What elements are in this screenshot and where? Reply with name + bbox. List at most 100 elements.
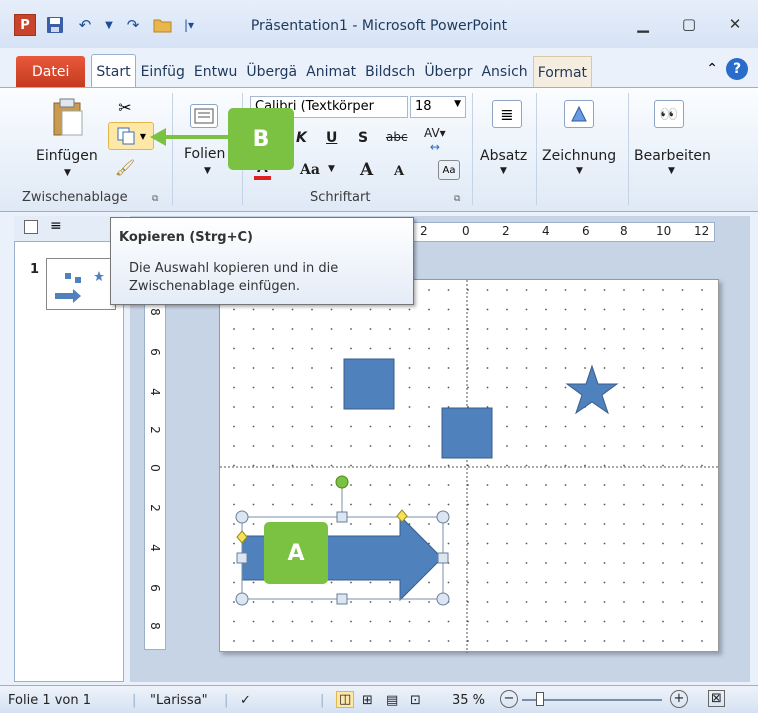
paragraph-button[interactable]: Absatz [480, 148, 527, 164]
status-separator: | [132, 693, 137, 708]
tab-animationen[interactable]: Animat [302, 56, 360, 88]
zoom-out-icon[interactable]: − [500, 690, 518, 708]
slide-number: 1 [30, 262, 40, 277]
resize-handle[interactable] [235, 510, 249, 524]
help-icon[interactable]: ? [726, 58, 748, 80]
ruler-tick: 0 [462, 224, 470, 238]
normal-view-icon[interactable]: ◫ [336, 691, 355, 708]
copy-dropdown-icon[interactable]: ▼ [140, 132, 146, 141]
slides-dropdown-icon[interactable]: ▼ [204, 166, 211, 176]
resize-handle[interactable] [336, 593, 348, 605]
resize-handle[interactable] [437, 552, 449, 564]
minimize-button[interactable]: ▁ [620, 10, 666, 38]
ruler-tick: 6 [147, 348, 162, 356]
zoom-in-icon[interactable]: + [670, 690, 688, 708]
char-spacing-label: AV [424, 126, 440, 140]
clipboard-launcher-icon[interactable]: ⧉ [152, 194, 158, 204]
tab-einfuegen[interactable]: Einfüg [137, 56, 189, 88]
tab-uebergaenge[interactable]: Übergä [242, 56, 301, 88]
slides-pane-tabs: ≡ [14, 216, 124, 242]
ruler-tick: 10 [656, 224, 672, 238]
status-separator: | [320, 693, 325, 708]
restore-button[interactable]: ▢ [666, 10, 712, 38]
tab-start[interactable]: Start [91, 54, 136, 88]
underline-button[interactable]: U [326, 130, 337, 146]
paragraph-icon[interactable]: ≣ [492, 100, 522, 128]
close-button[interactable]: ✕ [712, 10, 758, 38]
italic-button[interactable]: K [296, 130, 307, 146]
resize-handle[interactable] [235, 592, 249, 606]
tooltip-body: Die Auswahl kopieren und in die Zwischen… [129, 261, 339, 294]
binoculars-icon[interactable]: 👀 [654, 100, 684, 128]
paste-dropdown-icon[interactable]: ▼ [64, 168, 71, 178]
font-size-value: 18 [415, 99, 432, 114]
clear-formatting-icon[interactable]: Aa [438, 160, 460, 180]
paragraph-dropdown-icon[interactable]: ▼ [500, 166, 507, 176]
ruler-tick: 4 [147, 388, 162, 396]
ruler-tick: 6 [582, 224, 590, 238]
theme-name[interactable]: "Larissa" [150, 693, 208, 708]
drawing-icon[interactable] [564, 100, 594, 128]
vertical-ruler: 8 6 4 2 0 2 4 6 8 [144, 290, 166, 650]
font-launcher-icon[interactable]: ⧉ [454, 194, 460, 204]
square-shape[interactable] [441, 407, 493, 459]
paste-button[interactable]: Einfügen [36, 148, 98, 164]
format-painter-icon[interactable]: 🖌 [114, 156, 136, 178]
separator [628, 93, 629, 205]
font-group-label: Schriftart [310, 190, 371, 205]
grow-font-button[interactable]: A [360, 160, 373, 180]
shrink-font-button[interactable]: A [394, 164, 404, 179]
ruler-tick: 2 [502, 224, 510, 238]
fit-to-window-icon[interactable]: ⊠ [708, 690, 725, 707]
new-slide-icon[interactable] [190, 104, 218, 128]
resize-handle[interactable] [436, 510, 450, 524]
drawing-button[interactable]: Zeichnung [542, 148, 616, 164]
tab-bildschirmpraesentation[interactable]: Bildsch [361, 56, 419, 88]
outline-tab-icon[interactable]: ≡ [50, 218, 62, 234]
slides-button[interactable]: Folien [184, 146, 225, 162]
tab-datei[interactable]: Datei [16, 56, 86, 88]
zoom-slider-thumb[interactable] [536, 692, 544, 706]
paste-icon[interactable] [48, 96, 88, 138]
ribbon-tabs: Datei Start Einfüg Entwu Übergä Animat B… [0, 52, 758, 88]
editing-button[interactable]: Bearbeiten [634, 148, 711, 164]
resize-handle[interactable] [436, 592, 450, 606]
powerpoint-window: P ↶ ▼ ↷ |▾ Präsentation1 - Microsoft Pow… [0, 0, 758, 713]
copy-button[interactable]: ▼ [108, 122, 154, 150]
reading-view-icon[interactable]: ▤ [386, 693, 398, 708]
ribbon-right-controls: ⌃ ? [706, 58, 748, 80]
ruler-tick: 4 [542, 224, 550, 238]
spellcheck-icon[interactable]: ✓ [240, 693, 251, 708]
tab-format[interactable]: Format [532, 56, 593, 88]
change-case-dropdown-icon[interactable]: ▼ [328, 164, 335, 174]
callout-b: B [228, 108, 294, 170]
font-size-dropdown-icon[interactable]: ▼ [454, 99, 461, 109]
title-bar: P ↶ ▼ ↷ |▾ Präsentation1 - Microsoft Pow… [0, 0, 758, 48]
tab-ansicht[interactable]: Ansich [477, 56, 531, 88]
cut-icon[interactable]: ✂ [114, 96, 136, 118]
slideshow-icon[interactable]: ⊡ [410, 693, 421, 708]
shadow-button[interactable]: S [358, 130, 368, 146]
resize-handle[interactable] [236, 552, 248, 564]
resize-handle[interactable] [336, 511, 348, 523]
char-spacing-button[interactable]: AV▾ ↔ [424, 126, 446, 154]
zoom-level[interactable]: 35 % [452, 693, 485, 708]
slide-canvas[interactable] [219, 279, 720, 653]
ruler-tick: 8 [147, 308, 162, 316]
slide-thumbnail[interactable] [46, 258, 116, 310]
square-shape[interactable] [343, 358, 395, 410]
ruler-tick: 12 [694, 224, 710, 238]
drawing-dropdown-icon[interactable]: ▼ [576, 166, 583, 176]
ruler-tick: 4 [147, 544, 162, 552]
minimize-ribbon-icon[interactable]: ⌃ [706, 61, 718, 77]
slides-tab-icon[interactable] [24, 220, 38, 234]
strikethrough-button[interactable]: abc [386, 130, 408, 144]
tab-ueberpruefen[interactable]: Überpr [420, 56, 476, 88]
tab-entwurf[interactable]: Entwu [190, 56, 242, 88]
slide-sorter-icon[interactable]: ⊞ [362, 693, 373, 708]
change-case-button[interactable]: Aa [300, 162, 320, 178]
rotation-handle[interactable] [335, 475, 349, 489]
font-size-combobox[interactable]: 18 ▼ [410, 96, 466, 118]
status-bar: Folie 1 von 1 | "Larissa" | ✓ | ◫ ⊞ ▤ ⊡ … [0, 685, 758, 713]
editing-dropdown-icon[interactable]: ▼ [668, 166, 675, 176]
